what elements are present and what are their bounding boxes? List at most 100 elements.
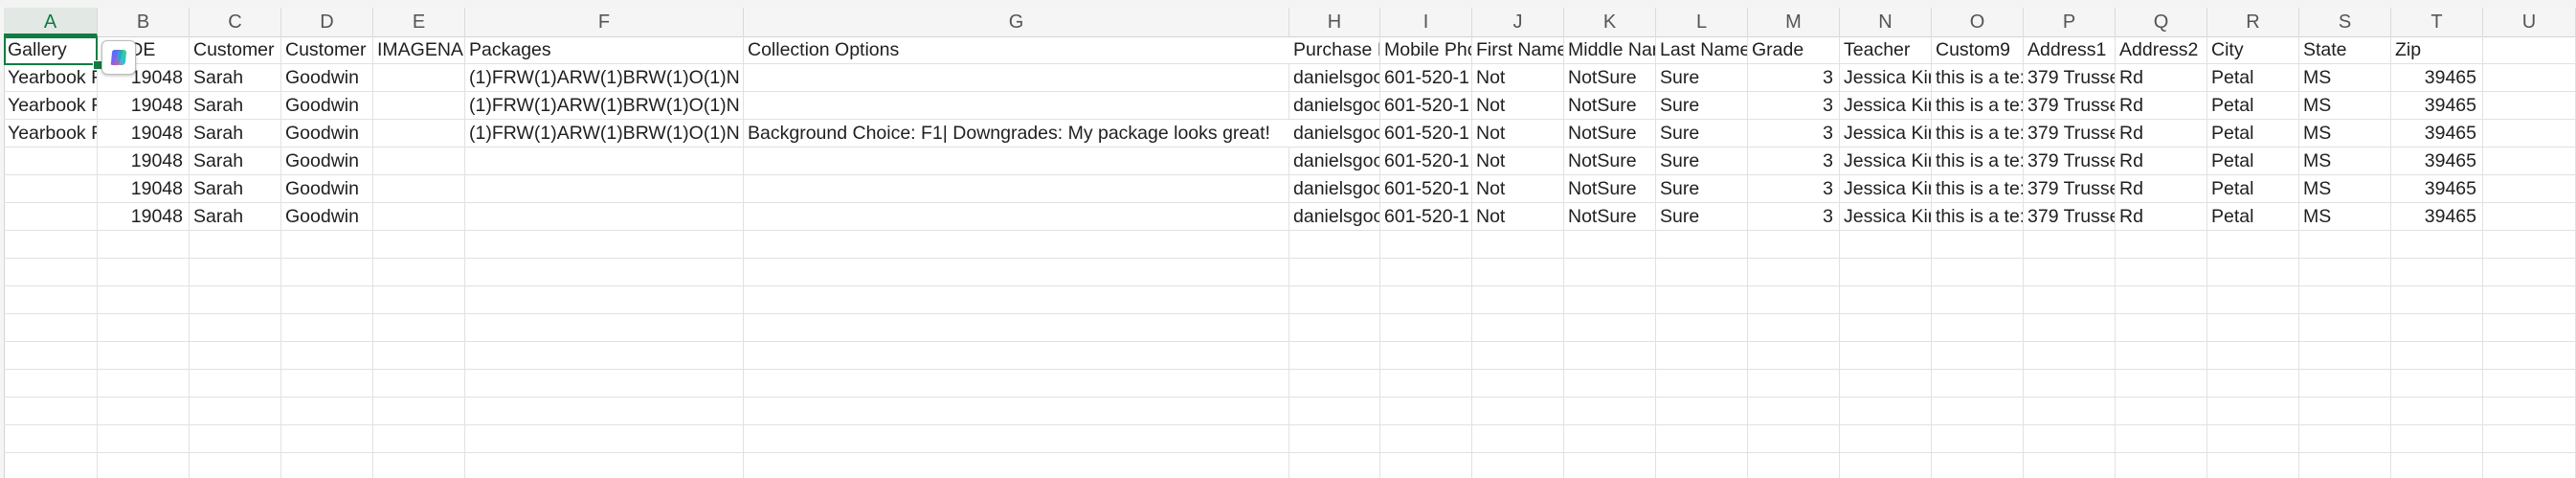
cell-q[interactable]: Rd	[2116, 148, 2207, 174]
cell-f[interactable]	[465, 148, 744, 174]
cell-h[interactable]	[1289, 398, 1380, 424]
cell-j[interactable]	[1472, 231, 1564, 258]
cell-r[interactable]: Petal	[2207, 120, 2299, 147]
customer-first-name-header[interactable]: Customer	[190, 36, 281, 63]
cell-f[interactable]: (1)FRW(1)ARW(1)BRW(1)O(1)N	[465, 120, 744, 147]
cell-k[interactable]: NotSure	[1564, 175, 1656, 202]
cell-d[interactable]	[281, 398, 373, 424]
cell-o[interactable]: this is a te:	[1932, 64, 2024, 91]
cell-t[interactable]	[2391, 342, 2483, 369]
cell-q[interactable]: Rd	[2116, 175, 2207, 202]
cell-a[interactable]	[4, 231, 98, 258]
cell-f[interactable]	[465, 453, 744, 478]
cell-u[interactable]	[2483, 175, 2576, 202]
cell-k[interactable]	[1564, 453, 1656, 478]
cell-u[interactable]	[2483, 92, 2576, 119]
cell-u[interactable]	[2483, 64, 2576, 91]
cell-s[interactable]: MS	[2299, 120, 2391, 147]
cell-h[interactable]	[1289, 259, 1380, 285]
cell-e[interactable]	[373, 64, 465, 91]
cell-p[interactable]	[2024, 231, 2116, 258]
cell-s[interactable]	[2299, 314, 2391, 341]
cell-h[interactable]: danielsgoc	[1289, 92, 1380, 119]
cell-s[interactable]	[2299, 398, 2391, 424]
cell-m[interactable]	[1748, 453, 1840, 478]
cell-o[interactable]	[1932, 425, 2024, 452]
cell-s[interactable]	[2299, 453, 2391, 478]
cell-e[interactable]	[373, 398, 465, 424]
column-header-m[interactable]: M	[1748, 8, 1840, 36]
cell-e[interactable]	[373, 259, 465, 285]
cell-q[interactable]: Rd	[2116, 92, 2207, 119]
cell-r[interactable]: Petal	[2207, 92, 2299, 119]
cell-d[interactable]: Goodwin	[281, 92, 373, 119]
cell-u[interactable]	[2483, 148, 2576, 174]
cell-p[interactable]: 379 Trussel	[2024, 92, 2116, 119]
cell-l[interactable]: Sure	[1656, 175, 1748, 202]
cell-e[interactable]	[373, 370, 465, 397]
cell-l[interactable]: Sure	[1656, 203, 1748, 230]
cell-m[interactable]: 3	[1748, 120, 1840, 147]
cell-l[interactable]	[1656, 453, 1748, 478]
cell-h[interactable]: danielsgoc	[1289, 203, 1380, 230]
cell-q[interactable]: Rd	[2116, 64, 2207, 91]
cell-a[interactable]	[4, 175, 98, 202]
cell-g[interactable]	[744, 92, 1289, 119]
cell-r[interactable]	[2207, 425, 2299, 452]
cell-r[interactable]	[2207, 259, 2299, 285]
cell-t[interactable]	[2391, 286, 2483, 313]
cell-p[interactable]	[2024, 314, 2116, 341]
column-header-t[interactable]: T	[2391, 8, 2483, 36]
cell-n[interactable]	[1840, 425, 1932, 452]
cell-f[interactable]	[465, 342, 744, 369]
cell-p[interactable]	[2024, 259, 2116, 285]
cell-p[interactable]	[2024, 425, 2116, 452]
cell-p[interactable]	[2024, 453, 2116, 478]
cell-i[interactable]	[1380, 425, 1472, 452]
cell-b[interactable]: 19048	[98, 148, 190, 174]
cell-i[interactable]: 601-520-1	[1380, 203, 1472, 230]
cell-h[interactable]	[1289, 231, 1380, 258]
cell-n[interactable]	[1840, 314, 1932, 341]
cell-o[interactable]	[1932, 259, 2024, 285]
cell-l[interactable]	[1656, 425, 1748, 452]
cell-n[interactable]: Jessica Kir	[1840, 203, 1932, 230]
cell-d[interactable]	[281, 342, 373, 369]
column-header-k[interactable]: K	[1564, 8, 1656, 36]
cell-a[interactable]	[4, 259, 98, 285]
cell-a[interactable]: Yearbook F	[4, 92, 98, 119]
cell-l[interactable]	[1656, 314, 1748, 341]
cell-n[interactable]: Jessica Kir	[1840, 64, 1932, 91]
cell-r[interactable]: Petal	[2207, 148, 2299, 174]
cell-k[interactable]	[1564, 259, 1656, 285]
cell-i[interactable]	[1380, 231, 1472, 258]
cell-a[interactable]	[4, 342, 98, 369]
cell-k[interactable]: NotSure	[1564, 148, 1656, 174]
cell-m[interactable]: 3	[1748, 203, 1840, 230]
cell-p[interactable]	[2024, 370, 2116, 397]
cell-o[interactable]: this is a te:	[1932, 92, 2024, 119]
cell-q[interactable]	[2116, 453, 2207, 478]
cell-h[interactable]: danielsgoc	[1289, 148, 1380, 174]
column-header-d[interactable]: D	[281, 8, 373, 36]
cell-t[interactable]: 39465	[2391, 92, 2483, 119]
cell-g[interactable]	[744, 453, 1289, 478]
cell-l[interactable]	[1656, 342, 1748, 369]
cell-s[interactable]	[2299, 259, 2391, 285]
cell-f[interactable]	[465, 314, 744, 341]
cell-u[interactable]	[2483, 342, 2576, 369]
cell-o[interactable]: this is a te:	[1932, 148, 2024, 174]
cell-r[interactable]	[2207, 314, 2299, 341]
cell-c[interactable]: Sarah	[190, 64, 281, 91]
cell-k[interactable]	[1564, 342, 1656, 369]
cell-f[interactable]	[465, 231, 744, 258]
imagename-header[interactable]: IMAGENAN	[373, 36, 465, 63]
cell-m[interactable]: 3	[1748, 148, 1840, 174]
column-header-r[interactable]: R	[2207, 8, 2299, 36]
cell-p[interactable]	[2024, 286, 2116, 313]
cell-t[interactable]	[2391, 314, 2483, 341]
cell-t[interactable]: 39465	[2391, 175, 2483, 202]
cell-u[interactable]	[2483, 425, 2576, 452]
cell-q[interactable]	[2116, 286, 2207, 313]
cell-l[interactable]	[1656, 231, 1748, 258]
